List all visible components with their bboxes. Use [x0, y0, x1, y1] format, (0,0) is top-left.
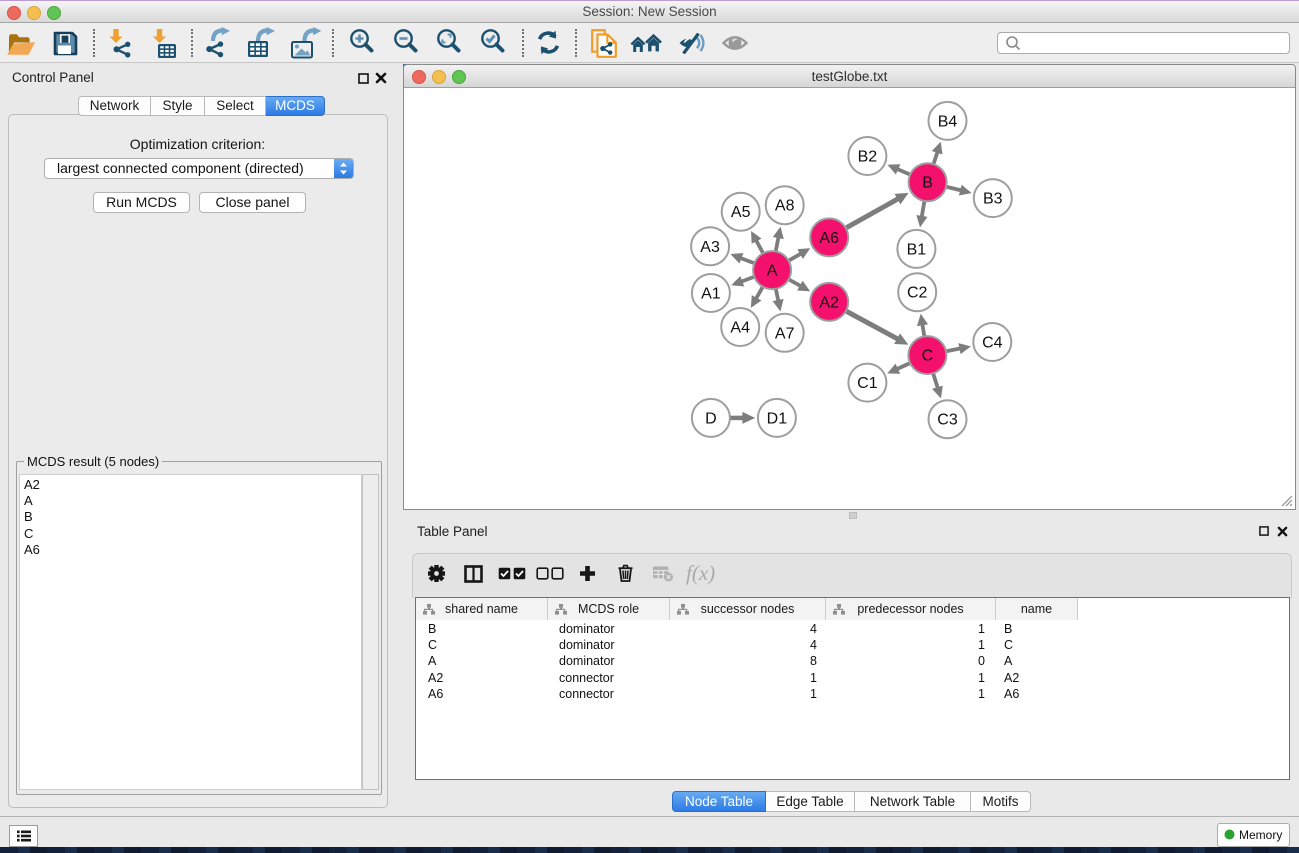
svg-text:A2: A2 — [819, 294, 839, 311]
svg-text:A1: A1 — [701, 286, 721, 303]
svg-text:C: C — [922, 348, 934, 365]
svg-text:C1: C1 — [857, 375, 878, 392]
svg-text:B4: B4 — [938, 113, 958, 130]
svg-text:A5: A5 — [731, 204, 751, 221]
svg-text:B3: B3 — [983, 191, 1003, 208]
svg-text:A3: A3 — [700, 239, 720, 256]
svg-text:A8: A8 — [775, 198, 795, 215]
svg-text:C3: C3 — [937, 412, 958, 429]
svg-text:B: B — [922, 175, 933, 192]
svg-text:D: D — [705, 410, 717, 427]
svg-text:A: A — [767, 263, 778, 280]
svg-text:D1: D1 — [767, 410, 788, 427]
svg-text:A4: A4 — [730, 320, 750, 337]
svg-text:B1: B1 — [907, 241, 927, 258]
svg-text:A7: A7 — [775, 325, 795, 342]
svg-text:C4: C4 — [982, 335, 1003, 352]
svg-text:C2: C2 — [907, 285, 928, 302]
svg-text:B2: B2 — [858, 149, 878, 166]
svg-text:A6: A6 — [819, 230, 839, 247]
